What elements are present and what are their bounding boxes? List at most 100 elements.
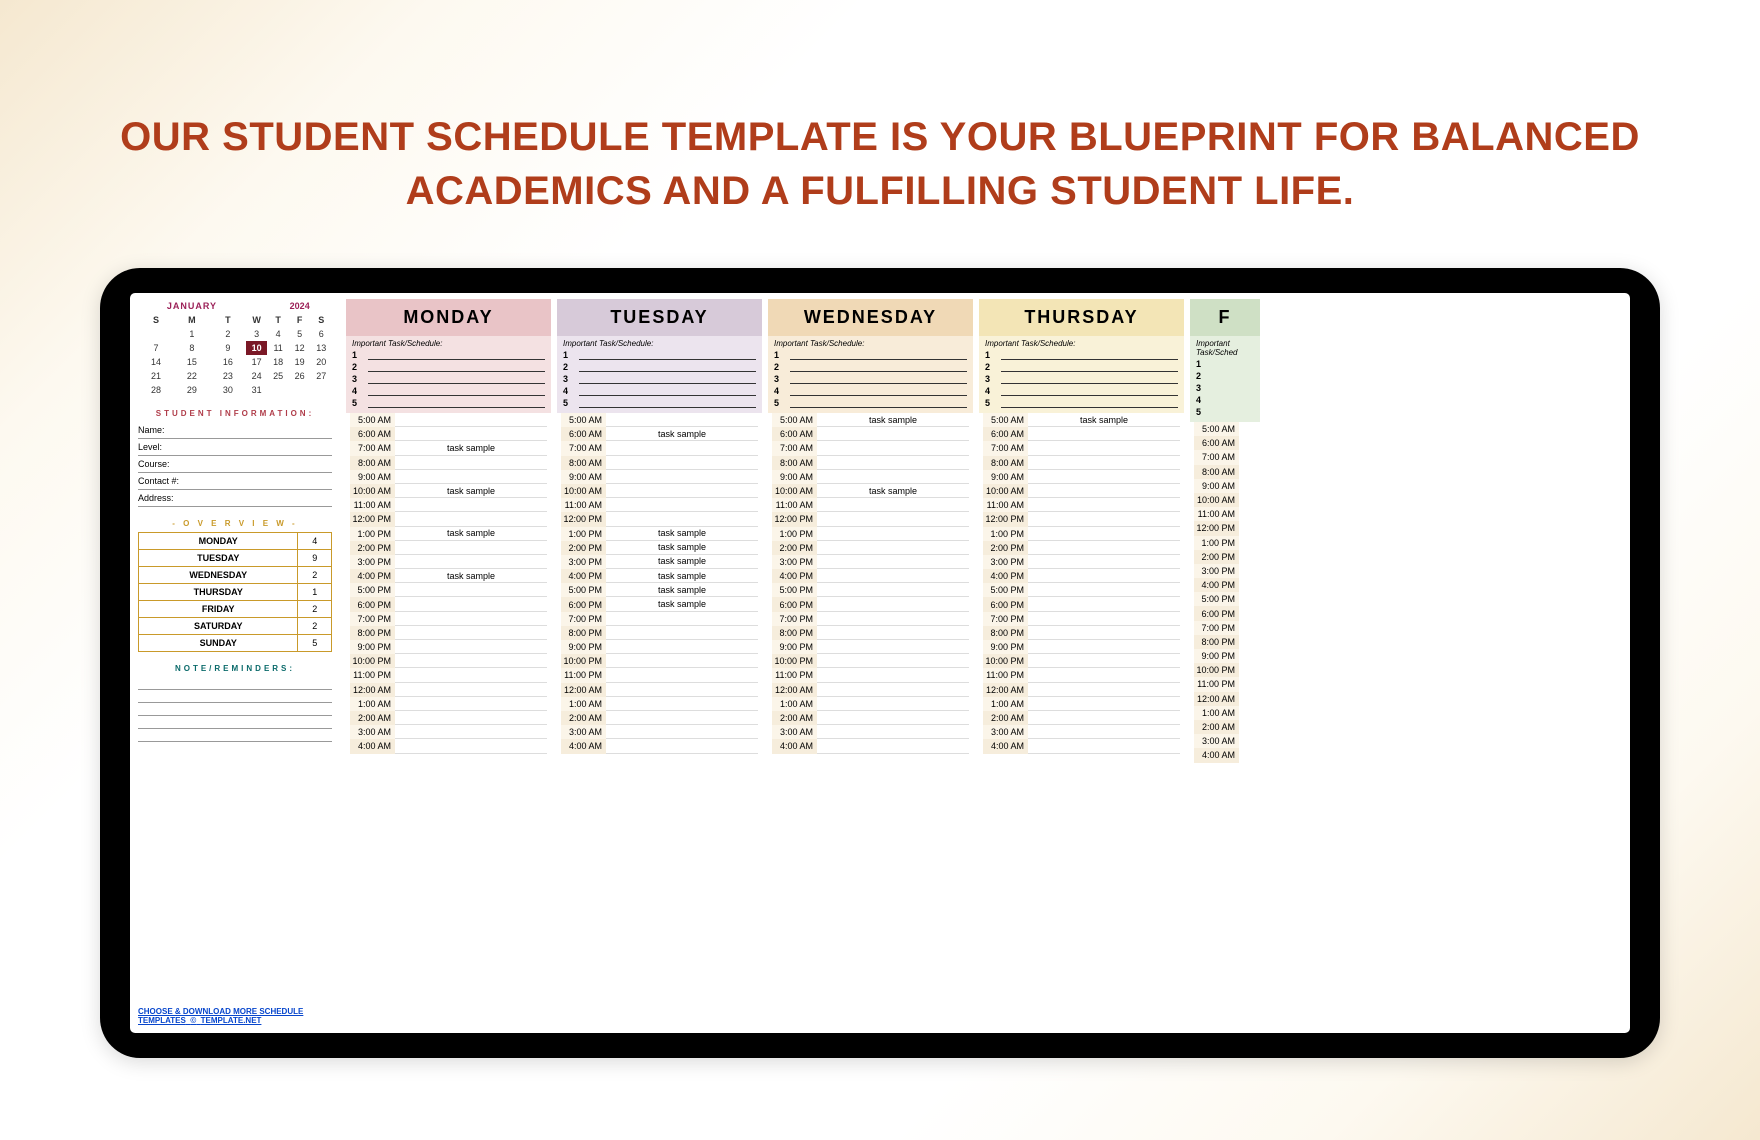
important-row[interactable]: 1 (1196, 358, 1254, 370)
important-row[interactable]: 1 (774, 349, 967, 361)
time-slot[interactable]: 8:00 AM (1190, 465, 1260, 479)
time-slot[interactable]: 12:00 PM (768, 512, 973, 526)
important-row[interactable]: 1 (352, 349, 545, 361)
time-slot[interactable]: 12:00 PM (346, 512, 551, 526)
time-slot[interactable]: 8:00 AM (557, 456, 762, 470)
time-slot[interactable]: 11:00 AM (979, 498, 1184, 512)
cal-day[interactable]: 12 (289, 341, 311, 355)
time-slot[interactable]: 10:00 PM (346, 654, 551, 668)
time-slot[interactable]: 9:00 PM (557, 640, 762, 654)
time-slot[interactable]: 5:00 PM (768, 583, 973, 597)
time-slot[interactable]: 12:00 AM (1190, 692, 1260, 706)
time-slot[interactable]: 8:00 AM (768, 456, 973, 470)
important-row[interactable]: 1 (985, 349, 1178, 361)
time-slot[interactable]: 10:00 AM (557, 484, 762, 498)
cal-day[interactable]: 20 (310, 355, 332, 369)
cal-day[interactable]: 3 (246, 327, 268, 341)
time-slot[interactable]: 3:00 PM (346, 555, 551, 569)
note-line[interactable] (138, 703, 332, 716)
cal-day[interactable]: 31 (246, 383, 268, 397)
time-slot[interactable]: 3:00 AM (1190, 734, 1260, 748)
important-row[interactable]: 5 (1196, 406, 1254, 418)
cal-day[interactable]: 30 (210, 383, 246, 397)
time-slot[interactable]: 4:00 AM (346, 739, 551, 753)
cal-day[interactable]: 25 (267, 369, 289, 383)
time-slot[interactable]: 7:00 PM (557, 612, 762, 626)
time-slot[interactable]: 6:00 PMtask sample (557, 597, 762, 611)
time-slot[interactable]: 6:00 AM (1190, 436, 1260, 450)
time-slot[interactable]: 4:00 AM (768, 739, 973, 753)
cal-day[interactable]: 13 (310, 341, 332, 355)
cal-day[interactable]: 18 (267, 355, 289, 369)
time-slot[interactable]: 2:00 PMtask sample (557, 541, 762, 555)
time-slot[interactable]: 3:00 PM (979, 555, 1184, 569)
time-slot[interactable]: 2:00 PM (1190, 550, 1260, 564)
time-slot[interactable]: 10:00 PM (768, 654, 973, 668)
time-slot[interactable]: 2:00 AM (1190, 720, 1260, 734)
time-slot[interactable]: 4:00 AM (1190, 748, 1260, 762)
time-slot[interactable]: 1:00 PM (768, 527, 973, 541)
time-slot[interactable]: 7:00 PM (1190, 621, 1260, 635)
time-slot[interactable]: 11:00 PM (1190, 677, 1260, 691)
time-slot[interactable]: 4:00 PM (768, 569, 973, 583)
important-row[interactable]: 5 (352, 397, 545, 409)
cal-day[interactable]: 10 (246, 341, 268, 355)
time-slot[interactable]: 12:00 AM (557, 683, 762, 697)
important-row[interactable]: 2 (774, 361, 967, 373)
important-row[interactable]: 3 (774, 373, 967, 385)
important-row[interactable]: 4 (774, 385, 967, 397)
time-slot[interactable]: 11:00 AM (768, 498, 973, 512)
important-row[interactable]: 4 (563, 385, 756, 397)
time-slot[interactable]: 7:00 AMtask sample (346, 441, 551, 455)
cal-day[interactable]: 24 (246, 369, 268, 383)
cal-day[interactable]: 19 (289, 355, 311, 369)
time-slot[interactable]: 5:00 AMtask sample (768, 413, 973, 427)
important-row[interactable]: 2 (1196, 370, 1254, 382)
cal-day[interactable]: 17 (246, 355, 268, 369)
note-line[interactable] (138, 716, 332, 729)
time-slot[interactable]: 1:00 PM (1190, 536, 1260, 550)
time-slot[interactable]: 11:00 PM (557, 668, 762, 682)
cal-day[interactable]: 27 (310, 369, 332, 383)
important-row[interactable]: 3 (1196, 382, 1254, 394)
time-slot[interactable]: 7:00 AM (1190, 450, 1260, 464)
time-slot[interactable]: 11:00 AM (557, 498, 762, 512)
important-row[interactable]: 5 (563, 397, 756, 409)
time-slot[interactable]: 6:00 AM (979, 427, 1184, 441)
time-slot[interactable]: 4:00 PM (1190, 578, 1260, 592)
important-row[interactable]: 4 (985, 385, 1178, 397)
cal-day[interactable]: 26 (289, 369, 311, 383)
time-slot[interactable]: 7:00 AM (979, 441, 1184, 455)
time-slot[interactable]: 12:00 AM (346, 683, 551, 697)
time-slot[interactable]: 1:00 PM (979, 527, 1184, 541)
time-slot[interactable]: 2:00 PM (768, 541, 973, 555)
time-slot[interactable]: 10:00 PM (1190, 663, 1260, 677)
time-slot[interactable]: 10:00 PM (557, 654, 762, 668)
time-slot[interactable]: 6:00 AM (346, 427, 551, 441)
time-slot[interactable]: 8:00 AM (979, 456, 1184, 470)
time-slot[interactable]: 1:00 AM (979, 697, 1184, 711)
time-slot[interactable]: 10:00 PM (979, 654, 1184, 668)
important-row[interactable]: 3 (563, 373, 756, 385)
important-row[interactable]: 2 (985, 361, 1178, 373)
time-slot[interactable]: 10:00 AMtask sample (346, 484, 551, 498)
time-slot[interactable]: 5:00 PM (346, 583, 551, 597)
time-slot[interactable]: 6:00 AMtask sample (557, 427, 762, 441)
time-slot[interactable]: 9:00 AM (1190, 479, 1260, 493)
time-slot[interactable]: 4:00 AM (979, 739, 1184, 753)
time-slot[interactable]: 9:00 AM (557, 470, 762, 484)
cal-day[interactable]: 8 (174, 341, 210, 355)
time-slot[interactable]: 7:00 AM (557, 441, 762, 455)
cal-day[interactable]: 5 (289, 327, 311, 341)
time-slot[interactable]: 2:00 PM (979, 541, 1184, 555)
important-row[interactable]: 3 (985, 373, 1178, 385)
important-row[interactable]: 3 (352, 373, 545, 385)
time-slot[interactable]: 3:00 PMtask sample (557, 555, 762, 569)
time-slot[interactable]: 10:00 AM (1190, 493, 1260, 507)
time-slot[interactable]: 7:00 AM (768, 441, 973, 455)
important-row[interactable]: 4 (1196, 394, 1254, 406)
time-slot[interactable]: 8:00 PM (557, 626, 762, 640)
time-slot[interactable]: 8:00 PM (346, 626, 551, 640)
cal-day[interactable]: 11 (267, 341, 289, 355)
cal-day[interactable]: 28 (138, 383, 174, 397)
